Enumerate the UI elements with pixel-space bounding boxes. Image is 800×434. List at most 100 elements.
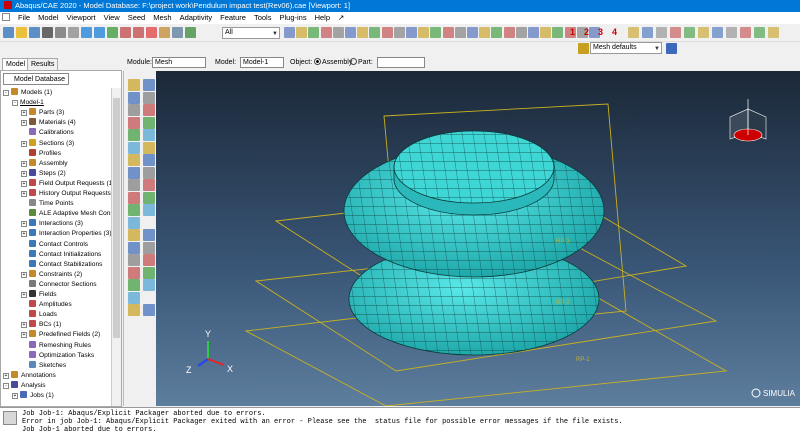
expand-icon[interactable]: + — [21, 231, 27, 238]
view-tool-2-icon[interactable] — [296, 27, 308, 38]
mesh-tool-32-icon[interactable] — [128, 279, 140, 291]
render-icon[interactable] — [159, 27, 170, 38]
mesh-tool-25-icon[interactable] — [143, 229, 155, 241]
tree-item-parts-3[interactable]: + Parts (3) — [21, 108, 64, 118]
mesh-tool-17-icon[interactable] — [128, 179, 140, 191]
mesh-tool-18-icon[interactable] — [143, 179, 155, 191]
mesh-tool-8-icon[interactable] — [143, 116, 155, 129]
tree-item-assembly[interactable]: + Assembly — [21, 158, 68, 169]
mesh-tool-2-icon[interactable] — [143, 79, 155, 91]
expand-icon[interactable]: + — [21, 160, 27, 167]
display-tool-2-icon[interactable] — [642, 27, 653, 38]
mesh-tool-19-icon[interactable] — [128, 191, 140, 204]
tree-item-steps-2[interactable]: + Steps (2) — [21, 168, 66, 179]
view-tool-21-icon[interactable] — [528, 27, 539, 38]
tree-item-interaction-properties-3[interactable]: + Interaction Properties (3) — [21, 229, 111, 239]
view-tool-13-icon[interactable] — [430, 27, 442, 38]
visibility-group-4[interactable]: 4 — [612, 27, 623, 38]
mesh-tool-10-icon[interactable] — [143, 129, 155, 141]
tree-item-model-1[interactable]: - Model-1 — [12, 98, 44, 108]
tree-item-materials-4[interactable]: + Materials (4) — [21, 118, 76, 128]
module-select[interactable]: Mesh — [152, 57, 206, 68]
viewport-canvas[interactable]: RP-3 RP-2 RP-1 Y X Z SIMULIA — [156, 71, 800, 406]
display-tool-10-icon[interactable] — [754, 27, 765, 38]
expand-icon[interactable]: + — [21, 191, 27, 197]
mesh-tool-15-icon[interactable] — [128, 166, 140, 179]
model-select[interactable]: Model-1 — [240, 57, 284, 68]
mesh-tool-29-icon[interactable] — [143, 254, 155, 266]
menu-view[interactable]: View — [104, 13, 120, 22]
mesh-tool-20-icon[interactable] — [143, 191, 155, 204]
tree-item-sketches[interactable]: Sketches — [21, 360, 66, 371]
tree-item-jobs-1[interactable]: + Jobs (1) — [12, 391, 54, 401]
mesh-tool-12-icon[interactable] — [143, 141, 155, 154]
display-tool-6-icon[interactable] — [698, 27, 709, 38]
menu-seed[interactable]: Seed — [128, 13, 146, 22]
tree-database-select[interactable]: Model Database — [3, 73, 69, 85]
view-tool-22-icon[interactable] — [540, 27, 552, 38]
expand-icon[interactable]: + — [21, 292, 27, 298]
display-tool-5-icon[interactable] — [684, 27, 695, 38]
mesh-tool-35-icon[interactable] — [128, 304, 140, 316]
menu-help[interactable]: Help — [315, 13, 330, 22]
tree-item-time-points[interactable]: Time Points — [21, 199, 74, 209]
tree-item-bcs-1[interactable]: + BCs (1) — [21, 320, 61, 330]
expand-icon[interactable]: + — [21, 170, 27, 177]
mesh-tool-5-icon[interactable] — [128, 104, 140, 116]
tab-results[interactable]: Results — [27, 58, 59, 70]
view-tool-23-icon[interactable] — [552, 27, 564, 38]
tree-item-sections-3[interactable]: + Sections (3) — [21, 138, 74, 149]
view-tool-14-icon[interactable] — [442, 27, 454, 38]
print-icon[interactable] — [42, 27, 53, 38]
tree-item-loads[interactable]: Loads — [21, 310, 57, 320]
display-tool-3-icon[interactable] — [656, 27, 667, 38]
view-tool-6-icon[interactable] — [345, 27, 356, 38]
mesh-tool-27-icon[interactable] — [143, 241, 155, 254]
view-tool-15-icon[interactable] — [454, 27, 466, 38]
expand-icon[interactable]: + — [21, 120, 27, 127]
tree-item-calibrations[interactable]: Calibrations — [21, 128, 74, 138]
mesh-tool-13-icon[interactable] — [128, 154, 140, 166]
selection-filter-select[interactable]: All ▼ — [222, 27, 280, 39]
view-tool-1-icon[interactable] — [284, 27, 295, 38]
tree-item-connector-sections[interactable]: Connector Sections — [21, 279, 97, 290]
tree-item-history-output-requests[interactable]: + History Output Requests ( — [21, 189, 111, 199]
view-cube[interactable] — [729, 99, 767, 142]
save-icon[interactable] — [29, 27, 40, 38]
tree-item-contact-controls[interactable]: Contact Controls — [21, 239, 88, 250]
tree-item-analysis[interactable]: - Analysis — [3, 380, 46, 391]
mesh-defaults-select[interactable]: Mesh defaults ▼ — [590, 42, 662, 54]
new-icon[interactable] — [3, 27, 14, 38]
part-select[interactable] — [377, 57, 425, 68]
expand-icon[interactable]: + — [21, 332, 27, 339]
tree-scrollbar[interactable] — [111, 88, 121, 406]
collapse-icon[interactable]: - — [3, 382, 9, 389]
menu-plugins[interactable]: Plug-ins — [279, 13, 306, 22]
tree-item-remeshing-rules[interactable]: Remeshing Rules — [21, 340, 91, 351]
view-tool-3-icon[interactable] — [308, 27, 320, 38]
import-icon[interactable] — [55, 27, 66, 38]
tree-item-contact-initializations[interactable]: Contact Initializations — [21, 249, 101, 260]
box-zoom-icon[interactable] — [120, 27, 131, 38]
export-icon[interactable] — [68, 27, 79, 38]
tree-item-annotations[interactable]: + Annotations — [3, 370, 56, 381]
auto-fit-icon[interactable] — [133, 27, 144, 38]
mesh-tool-3-icon[interactable] — [128, 91, 140, 104]
mesh-tool-16-icon[interactable] — [143, 166, 155, 179]
tree-scroll-thumb[interactable] — [113, 98, 120, 338]
tree-item-ale-adaptive-mesh-const[interactable]: ALE Adaptive Mesh Const — [21, 209, 111, 219]
view-tool-18-icon[interactable] — [491, 27, 503, 38]
collapse-icon[interactable]: - — [3, 90, 9, 96]
mesh-tool-7-icon[interactable] — [128, 116, 140, 129]
part-radio[interactable]: Part: — [349, 54, 373, 71]
expand-icon[interactable]: + — [21, 271, 27, 278]
display-tool-8-icon[interactable] — [726, 27, 737, 38]
expand-icon[interactable]: + — [21, 322, 27, 329]
view-tool-12-icon[interactable] — [418, 27, 430, 38]
mesh-tool-9-icon[interactable] — [128, 129, 140, 141]
view-tool-9-icon[interactable] — [381, 27, 393, 38]
mesh-tool-30-icon[interactable] — [128, 266, 140, 279]
viewport[interactable]: RP-3 RP-2 RP-1 Y X Z SIMULIA — [156, 71, 800, 406]
display-tool-4-icon[interactable] — [670, 27, 681, 38]
expand-icon[interactable]: + — [3, 372, 9, 379]
